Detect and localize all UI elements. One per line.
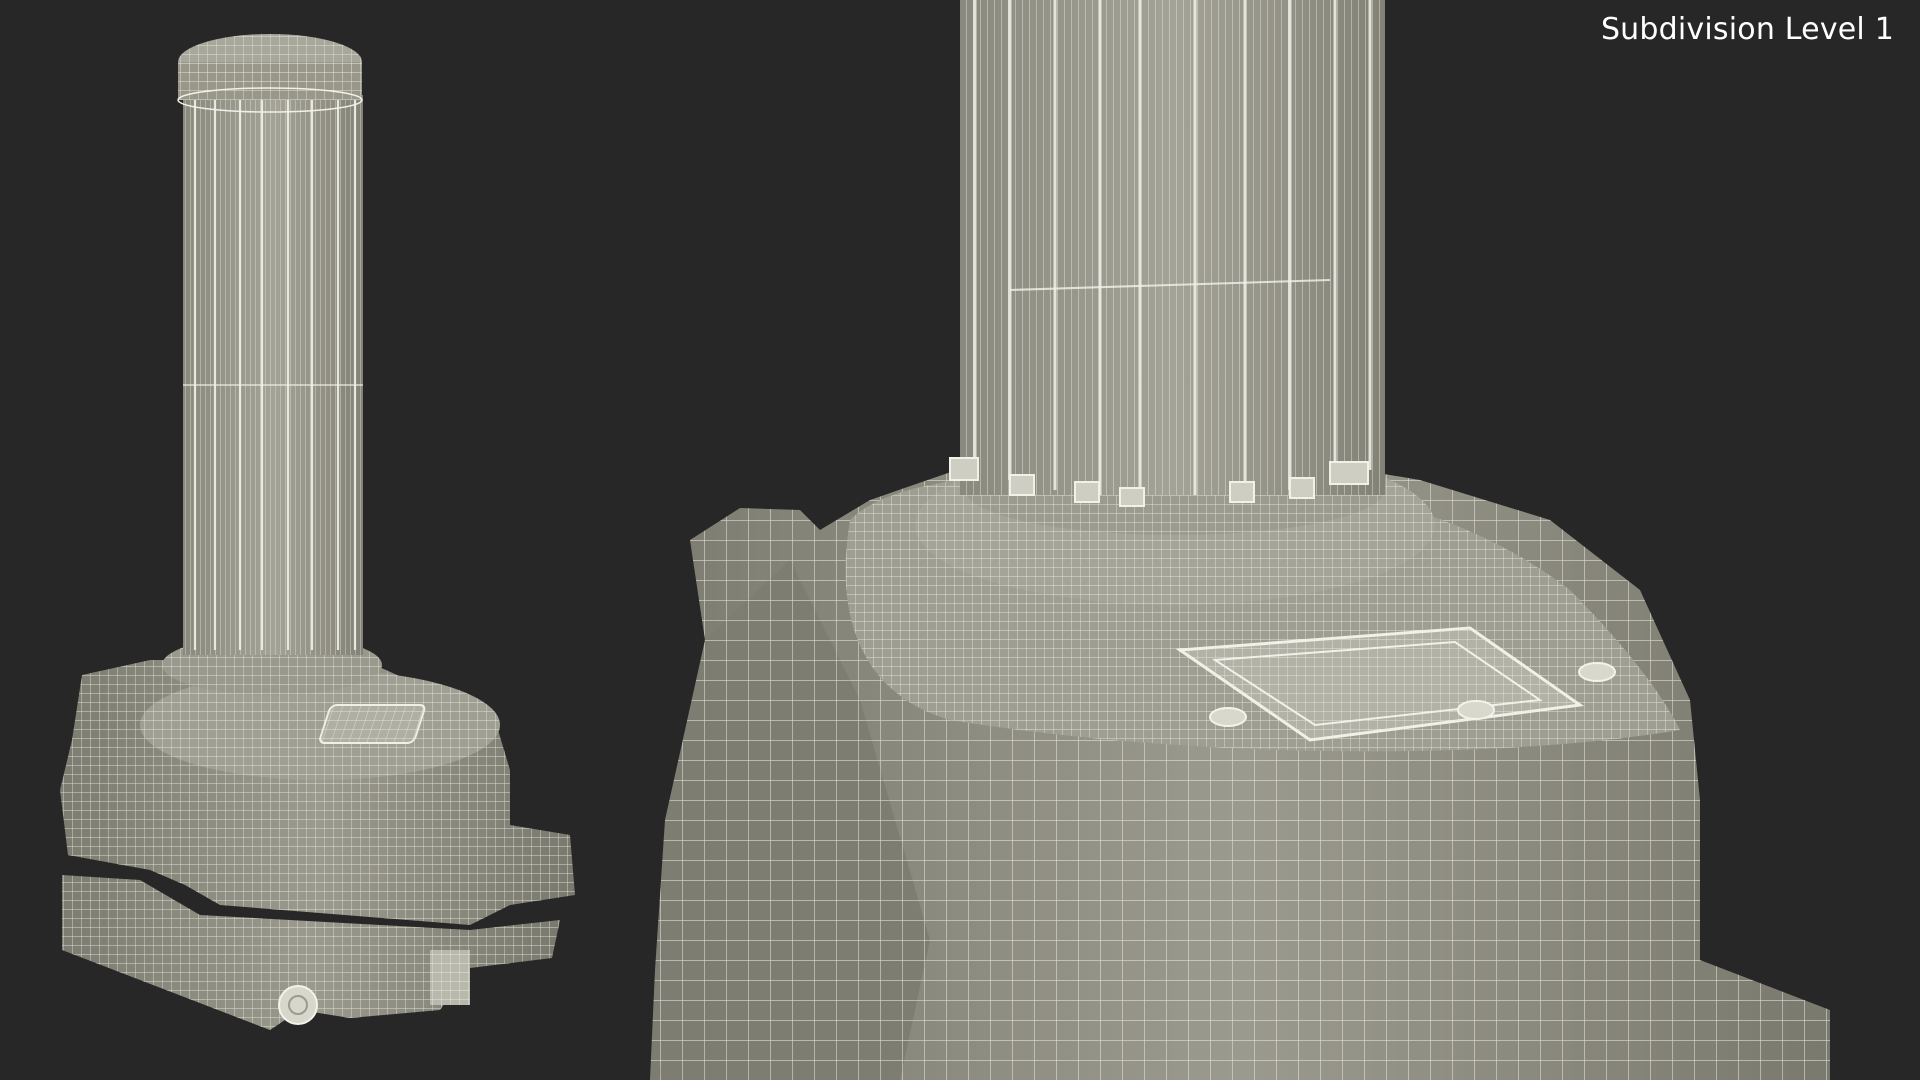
robot-full-view xyxy=(60,34,575,1030)
robot-close-up-view xyxy=(650,0,1830,1080)
closeup-button-left xyxy=(1209,707,1247,727)
wireframe-render xyxy=(60,0,1830,1080)
caster-wheel xyxy=(278,985,318,1025)
closeup-button-center xyxy=(1457,700,1495,720)
render-viewport: Subdivision Level 1 xyxy=(0,0,1920,1080)
subdivision-level-label: Subdivision Level 1 xyxy=(1600,12,1894,47)
closeup-button-right xyxy=(1578,662,1616,682)
